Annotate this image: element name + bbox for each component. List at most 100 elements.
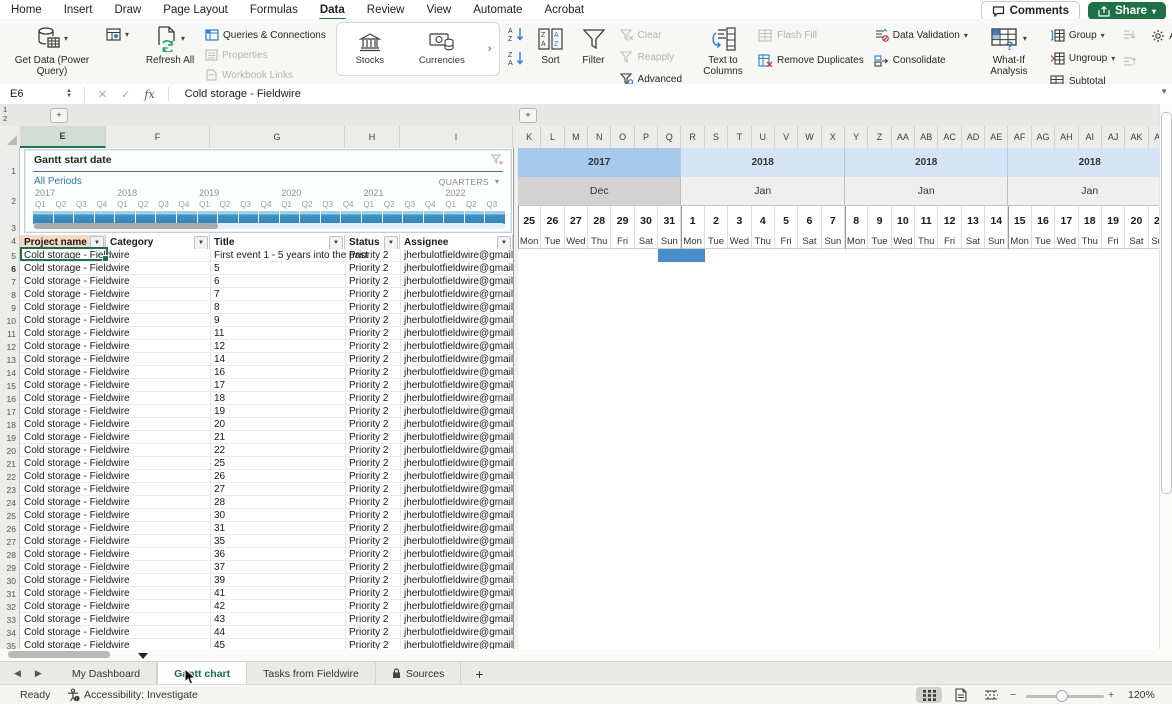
column-header-AD[interactable]: AD — [962, 126, 985, 148]
row-header-23[interactable]: 23 — [7, 485, 16, 495]
row-header-5[interactable]: 5 — [11, 251, 16, 261]
row-header-19[interactable]: 19 — [7, 433, 16, 443]
cell-assignee[interactable]: jherbulotfieldwire@gmail.com — [404, 483, 513, 496]
cell-assignee[interactable]: jherbulotfieldwire@gmail.com — [404, 379, 513, 392]
cell-project[interactable]: Cold storage - Fieldwire — [24, 600, 130, 613]
calendar-day-cell[interactable]: Mon — [845, 235, 868, 249]
fill-handle[interactable] — [102, 255, 109, 262]
calendar-day-cell[interactable]: Fri — [1102, 235, 1125, 249]
filter-button[interactable]: Filter — [576, 23, 612, 67]
calendar-day-cell[interactable]: Sun — [658, 235, 681, 249]
cell-assignee[interactable]: jherbulotfieldwire@gmail.com — [404, 509, 513, 522]
calendar-date-cell[interactable]: 16 — [1032, 206, 1055, 235]
cell-project[interactable]: Cold storage - Fieldwire — [24, 496, 130, 509]
cell-assignee[interactable]: jherbulotfieldwire@gmail.com — [404, 340, 513, 353]
cell-project[interactable]: Cold storage - Fieldwire — [24, 288, 130, 301]
slicer-quarter[interactable]: Q3 — [158, 200, 169, 209]
cell-assignee[interactable]: jherbulotfieldwire@gmail.com — [404, 353, 513, 366]
calendar-day-cell[interactable]: Mon — [1008, 235, 1031, 249]
row-header-28[interactable]: 28 — [7, 550, 16, 560]
row-header-20[interactable]: 20 — [7, 446, 16, 456]
slicer-quarter[interactable]: Q3 — [322, 200, 333, 209]
cell-status[interactable]: Priority 2 — [349, 249, 388, 262]
slicer-quarter[interactable]: Q4 — [179, 200, 190, 209]
horizontal-scrollbar[interactable] — [0, 649, 1172, 661]
gantt-bar[interactable] — [658, 249, 705, 262]
page-layout-view-button[interactable] — [948, 687, 974, 703]
cell-project[interactable]: Cold storage - Fieldwire — [24, 457, 130, 470]
cell-title[interactable]: 27 — [214, 483, 225, 496]
column-header-P[interactable]: P — [635, 126, 658, 148]
cell-assignee[interactable]: jherbulotfieldwire@gmail.com — [404, 262, 513, 275]
calendar-date-cell[interactable]: 2 — [705, 206, 728, 235]
cell-assignee[interactable]: jherbulotfieldwire@gmail.com — [404, 405, 513, 418]
cell-status[interactable]: Priority 2 — [349, 379, 388, 392]
cell-status[interactable]: Priority 2 — [349, 509, 388, 522]
cell-project[interactable]: Cold storage - Fieldwire — [24, 587, 130, 600]
cell-assignee[interactable]: jherbulotfieldwire@gmail.com — [404, 444, 513, 457]
sort-descending-button[interactable]: ZA — [508, 50, 526, 66]
cell-status[interactable]: Priority 2 — [349, 418, 388, 431]
cell-status[interactable]: Priority 2 — [349, 561, 388, 574]
slicer-quarter[interactable]: Q3 — [76, 200, 87, 209]
calendar-day-cell[interactable]: Mon — [518, 235, 541, 249]
cell-title[interactable]: 12 — [214, 340, 225, 353]
cell-status[interactable]: Priority 2 — [349, 626, 388, 639]
column-header-AE[interactable]: AE — [985, 126, 1008, 148]
row-header-12[interactable]: 12 — [7, 342, 16, 352]
column-header-G[interactable]: G — [210, 126, 345, 148]
calendar-date-cell[interactable]: 20 — [1125, 206, 1148, 235]
calendar-day-cell[interactable]: Tue — [868, 235, 891, 249]
calendar-date-cell[interactable]: 25 — [518, 206, 541, 235]
slicer-quarter[interactable]: Q1 — [35, 200, 46, 209]
outline-levels[interactable]: 12 — [3, 105, 7, 123]
column-header-AK[interactable]: AK — [1125, 126, 1148, 148]
calendar-date-cell[interactable]: 5 — [775, 206, 798, 235]
analysis-tools-button[interactable]: Analysis Tools — [1149, 27, 1172, 45]
cell-title[interactable]: 8 — [214, 301, 220, 314]
cell-project[interactable]: Cold storage - Fieldwire — [24, 366, 130, 379]
slicer-quarter[interactable]: Q3 — [404, 200, 415, 209]
cell-title[interactable]: 14 — [214, 353, 225, 366]
cell-project[interactable]: Cold storage - Fieldwire — [24, 470, 130, 483]
calendar-date-cell[interactable]: 26 — [541, 206, 564, 235]
cell-assignee[interactable]: jherbulotfieldwire@gmail.com — [404, 470, 513, 483]
menu-item-formulas[interactable]: Formulas — [239, 2, 309, 18]
slicer-quarter[interactable]: Q1 — [445, 200, 456, 209]
menu-item-page-layout[interactable]: Page Layout — [152, 2, 239, 18]
column-header-AA[interactable]: AA — [892, 126, 915, 148]
calendar-day-cell[interactable]: Sat — [798, 235, 821, 249]
calendar-day-cell[interactable]: Fri — [938, 235, 961, 249]
cell-status[interactable]: Priority 2 — [349, 496, 388, 509]
menu-item-data[interactable]: Data — [309, 2, 356, 18]
filter-dropdown-title[interactable]: ▼ — [329, 236, 343, 249]
column-header-Q[interactable]: Q — [658, 126, 681, 148]
slicer-quarter[interactable]: Q2 — [302, 200, 313, 209]
cell-assignee[interactable]: jherbulotfieldwire@gmail.com — [404, 288, 513, 301]
cell-project[interactable]: Cold storage - Fieldwire — [24, 626, 130, 639]
cell-title[interactable]: 36 — [214, 548, 225, 561]
cell-project[interactable]: Cold storage - Fieldwire — [24, 379, 130, 392]
row-header-14[interactable]: 14 — [7, 368, 16, 378]
cell-project[interactable]: Cold storage - Fieldwire — [24, 314, 130, 327]
enter-icon[interactable]: ✓ — [114, 88, 137, 101]
cell-title[interactable]: 26 — [214, 470, 225, 483]
normal-view-button[interactable] — [916, 687, 942, 703]
cell-assignee[interactable]: jherbulotfieldwire@gmail.com — [404, 535, 513, 548]
column-header-N[interactable]: N — [588, 126, 611, 148]
calendar-date-cell[interactable]: 19 — [1102, 206, 1125, 235]
cell-title[interactable]: 22 — [214, 444, 225, 457]
get-data-button[interactable]: ▾ Get Data (Power Query) — [6, 23, 98, 78]
calendar-day-cell[interactable]: Tue — [1032, 235, 1055, 249]
sheet-nav-left-icon[interactable]: ◀ — [14, 668, 21, 679]
cell-assignee[interactable]: jherbulotfieldwire@gmail.com — [404, 600, 513, 613]
column-header-AI[interactable]: AI — [1079, 126, 1102, 148]
cell-assignee[interactable]: jherbulotfieldwire@gmail.com — [404, 314, 513, 327]
group-button[interactable]: Group ▾ — [1048, 26, 1117, 44]
calendar-date-cell[interactable]: 8 — [845, 206, 868, 235]
row-header-4[interactable]: 4 — [11, 236, 16, 246]
calendar-date-cell[interactable]: 9 — [868, 206, 891, 235]
slicer-period-label[interactable]: All Periods — [34, 176, 82, 187]
cell-assignee[interactable]: jherbulotfieldwire@gmail.com — [404, 626, 513, 639]
cell-status[interactable]: Priority 2 — [349, 639, 388, 649]
